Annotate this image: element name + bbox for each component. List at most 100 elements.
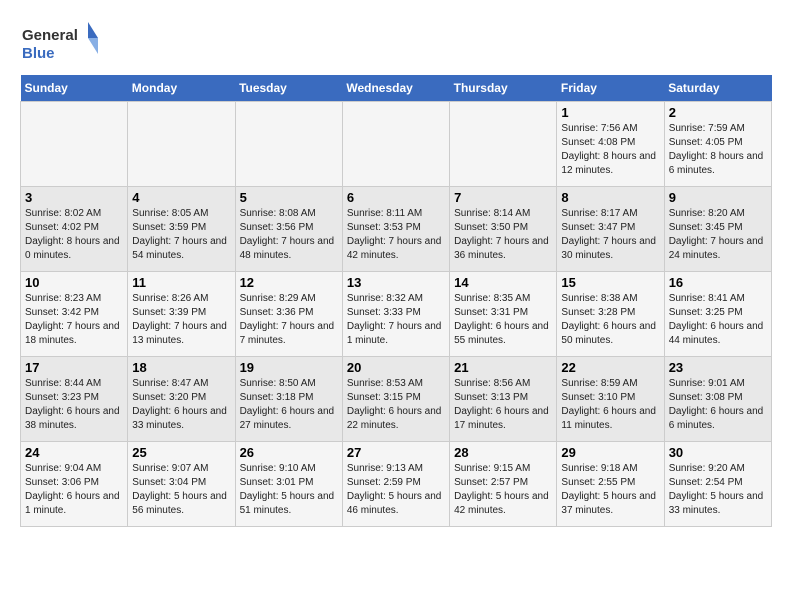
day-info: Sunrise: 8:59 AM Sunset: 3:10 PM Dayligh… <box>561 377 659 433</box>
calendar-cell <box>450 102 557 187</box>
calendar-cell: 1 Sunrise: 7:56 AM Sunset: 4:08 PM Daylig… <box>557 102 664 187</box>
calendar-cell <box>342 102 449 187</box>
calendar-cell: 14 Sunrise: 8:35 AM Sunset: 3:31 PM Dayli… <box>450 272 557 357</box>
calendar-cell <box>235 102 342 187</box>
calendar-cell: 8Sunrise: 8:17 AM Sunset: 3:47 PM Daylig… <box>557 187 664 272</box>
day-info: Sunrise: 8:35 AM Sunset: 3:31 PM Dayligh… <box>454 292 552 348</box>
day-number: 4 <box>132 190 230 205</box>
calendar-cell: 2 Sunrise: 7:59 AM Sunset: 4:05 PM Daylig… <box>664 102 771 187</box>
day-number: 14 <box>454 275 552 290</box>
day-number: 5 <box>240 190 338 205</box>
day-info: Sunrise: 8:47 AM Sunset: 3:20 PM Dayligh… <box>132 377 230 433</box>
day-number: 18 <box>132 360 230 375</box>
day-info: Sunrise: 9:07 AM Sunset: 3:04 PM Dayligh… <box>132 462 230 518</box>
calendar-cell: 6 Sunrise: 8:11 AM Sunset: 3:53 PM Daylig… <box>342 187 449 272</box>
day-number: 7 <box>454 190 552 205</box>
day-number: 9 <box>669 190 767 205</box>
day-number: 25 <box>132 445 230 460</box>
day-number: 10 <box>25 275 123 290</box>
calendar-cell: 26Sunrise: 9:10 AM Sunset: 3:01 PM Dayli… <box>235 442 342 527</box>
logo: General Blue <box>20 20 100 65</box>
day-number: 27 <box>347 445 445 460</box>
calendar-cell <box>128 102 235 187</box>
calendar-table: SundayMondayTuesdayWednesdayThursdayFrid… <box>20 75 772 527</box>
day-number: 23 <box>669 360 767 375</box>
day-info: Sunrise: 8:29 AM Sunset: 3:36 PM Dayligh… <box>240 292 338 348</box>
day-info: Sunrise: 8:56 AM Sunset: 3:13 PM Dayligh… <box>454 377 552 433</box>
weekday-header-row: SundayMondayTuesdayWednesdayThursdayFrid… <box>21 75 772 102</box>
calendar-cell: 28 Sunrise: 9:15 AM Sunset: 2:57 PM Dayli… <box>450 442 557 527</box>
day-number: 3 <box>25 190 123 205</box>
calendar-cell: 30 Sunrise: 9:20 AM Sunset: 2:54 PM Dayli… <box>664 442 771 527</box>
day-number: 26 <box>240 445 338 460</box>
day-info: Sunrise: 8:41 AM Sunset: 3:25 PM Dayligh… <box>669 292 767 348</box>
day-info: Sunrise: 8:17 AM Sunset: 3:47 PM Dayligh… <box>561 207 659 263</box>
day-info: Sunrise: 8:11 AM Sunset: 3:53 PM Dayligh… <box>347 207 445 263</box>
calendar-cell: 4Sunrise: 8:05 AM Sunset: 3:59 PM Daylig… <box>128 187 235 272</box>
day-info: Sunrise: 7:59 AM Sunset: 4:05 PM Dayligh… <box>669 122 767 178</box>
calendar-week-row: 17 Sunrise: 8:44 AM Sunset: 3:23 PM Dayli… <box>21 357 772 442</box>
calendar-cell: 29 Sunrise: 9:18 AM Sunset: 2:55 PM Dayli… <box>557 442 664 527</box>
weekday-header-thursday: Thursday <box>450 75 557 102</box>
day-info: Sunrise: 8:08 AM Sunset: 3:56 PM Dayligh… <box>240 207 338 263</box>
day-number: 29 <box>561 445 659 460</box>
calendar-cell: 12 Sunrise: 8:29 AM Sunset: 3:36 PM Dayli… <box>235 272 342 357</box>
calendar-cell: 7 Sunrise: 8:14 AM Sunset: 3:50 PM Daylig… <box>450 187 557 272</box>
calendar-cell: 21 Sunrise: 8:56 AM Sunset: 3:13 PM Dayli… <box>450 357 557 442</box>
day-number: 2 <box>669 105 767 120</box>
day-number: 28 <box>454 445 552 460</box>
day-info: Sunrise: 9:15 AM Sunset: 2:57 PM Dayligh… <box>454 462 552 518</box>
calendar-cell: 19Sunrise: 8:50 AM Sunset: 3:18 PM Dayli… <box>235 357 342 442</box>
day-number: 11 <box>132 275 230 290</box>
day-number: 6 <box>347 190 445 205</box>
day-info: Sunrise: 8:02 AM Sunset: 4:02 PM Dayligh… <box>25 207 123 263</box>
calendar-cell: 23Sunrise: 9:01 AM Sunset: 3:08 PM Dayli… <box>664 357 771 442</box>
weekday-header-monday: Monday <box>128 75 235 102</box>
calendar-cell: 16 Sunrise: 8:41 AM Sunset: 3:25 PM Dayli… <box>664 272 771 357</box>
calendar-cell: 15Sunrise: 8:38 AM Sunset: 3:28 PM Dayli… <box>557 272 664 357</box>
calendar-week-row: 24Sunrise: 9:04 AM Sunset: 3:06 PM Dayli… <box>21 442 772 527</box>
day-number: 16 <box>669 275 767 290</box>
weekday-header-saturday: Saturday <box>664 75 771 102</box>
day-number: 1 <box>561 105 659 120</box>
calendar-cell: 25 Sunrise: 9:07 AM Sunset: 3:04 PM Dayli… <box>128 442 235 527</box>
calendar-cell: 20 Sunrise: 8:53 AM Sunset: 3:15 PM Dayli… <box>342 357 449 442</box>
calendar-cell: 9Sunrise: 8:20 AM Sunset: 3:45 PM Daylig… <box>664 187 771 272</box>
calendar-week-row: 3 Sunrise: 8:02 AM Sunset: 4:02 PM Daylig… <box>21 187 772 272</box>
calendar-cell <box>21 102 128 187</box>
day-number: 20 <box>347 360 445 375</box>
day-number: 21 <box>454 360 552 375</box>
calendar-cell: 3 Sunrise: 8:02 AM Sunset: 4:02 PM Daylig… <box>21 187 128 272</box>
svg-text:Blue: Blue <box>22 45 55 62</box>
day-info: Sunrise: 8:32 AM Sunset: 3:33 PM Dayligh… <box>347 292 445 348</box>
page-header: General Blue <box>20 20 772 65</box>
calendar-cell: 5 Sunrise: 8:08 AM Sunset: 3:56 PM Daylig… <box>235 187 342 272</box>
calendar-cell: 11 Sunrise: 8:26 AM Sunset: 3:39 PM Dayli… <box>128 272 235 357</box>
calendar-cell: 24Sunrise: 9:04 AM Sunset: 3:06 PM Dayli… <box>21 442 128 527</box>
day-info: Sunrise: 7:56 AM Sunset: 4:08 PM Dayligh… <box>561 122 659 178</box>
day-info: Sunrise: 9:18 AM Sunset: 2:55 PM Dayligh… <box>561 462 659 518</box>
calendar-week-row: 1 Sunrise: 7:56 AM Sunset: 4:08 PM Daylig… <box>21 102 772 187</box>
calendar-cell: 22 Sunrise: 8:59 AM Sunset: 3:10 PM Dayli… <box>557 357 664 442</box>
calendar-cell: 18 Sunrise: 8:47 AM Sunset: 3:20 PM Dayli… <box>128 357 235 442</box>
day-number: 22 <box>561 360 659 375</box>
day-number: 30 <box>669 445 767 460</box>
day-info: Sunrise: 8:26 AM Sunset: 3:39 PM Dayligh… <box>132 292 230 348</box>
day-info: Sunrise: 9:13 AM Sunset: 2:59 PM Dayligh… <box>347 462 445 518</box>
day-number: 12 <box>240 275 338 290</box>
calendar-cell: 17 Sunrise: 8:44 AM Sunset: 3:23 PM Dayli… <box>21 357 128 442</box>
calendar-week-row: 10Sunrise: 8:23 AM Sunset: 3:42 PM Dayli… <box>21 272 772 357</box>
day-info: Sunrise: 9:04 AM Sunset: 3:06 PM Dayligh… <box>25 462 123 518</box>
day-info: Sunrise: 8:44 AM Sunset: 3:23 PM Dayligh… <box>25 377 123 433</box>
day-info: Sunrise: 8:53 AM Sunset: 3:15 PM Dayligh… <box>347 377 445 433</box>
day-number: 17 <box>25 360 123 375</box>
weekday-header-sunday: Sunday <box>21 75 128 102</box>
weekday-header-friday: Friday <box>557 75 664 102</box>
day-info: Sunrise: 8:38 AM Sunset: 3:28 PM Dayligh… <box>561 292 659 348</box>
day-number: 19 <box>240 360 338 375</box>
logo-svg: General Blue <box>20 20 100 65</box>
weekday-header-tuesday: Tuesday <box>235 75 342 102</box>
day-info: Sunrise: 9:20 AM Sunset: 2:54 PM Dayligh… <box>669 462 767 518</box>
day-info: Sunrise: 8:14 AM Sunset: 3:50 PM Dayligh… <box>454 207 552 263</box>
calendar-cell: 13Sunrise: 8:32 AM Sunset: 3:33 PM Dayli… <box>342 272 449 357</box>
